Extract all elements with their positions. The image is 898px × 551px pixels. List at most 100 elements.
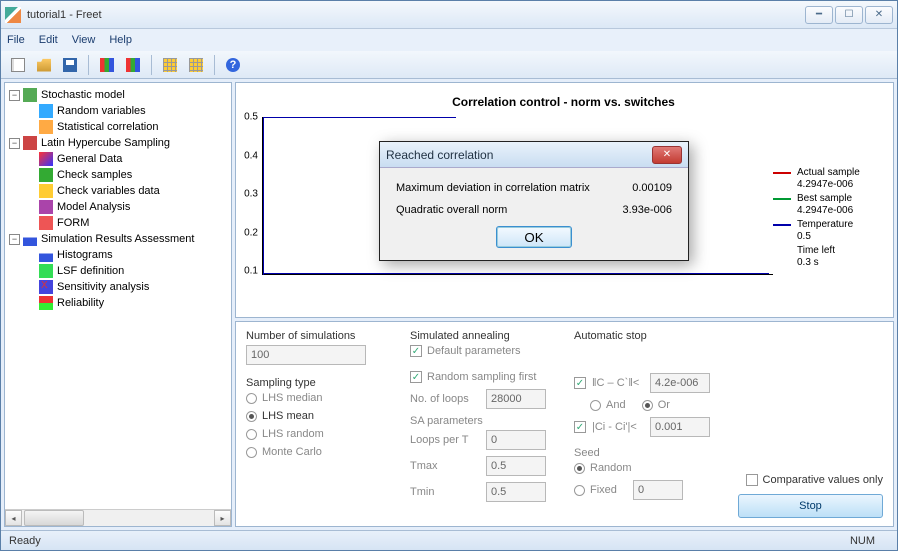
tree-node-model-analysis[interactable]: Model Analysis [7, 199, 229, 215]
radio-monte-carlo[interactable] [246, 447, 257, 458]
no-loops-input[interactable] [486, 389, 546, 409]
scroll-left-arrow[interactable]: ◂ [5, 510, 22, 526]
radio-seed-fixed[interactable] [574, 485, 585, 496]
checkbox-cici[interactable]: ✓ [574, 421, 586, 433]
menu-edit[interactable]: Edit [39, 34, 58, 46]
minimize-button[interactable]: ━ [805, 6, 833, 24]
vars-icon [39, 104, 53, 118]
tree-node-sra[interactable]: − Simulation Results Assessment [7, 231, 229, 247]
loops-per-t-label: Loops per T [410, 434, 480, 446]
legend-label: Best sample [797, 193, 852, 204]
tree-node-stochastic[interactable]: −Stochastic model [7, 87, 229, 103]
close-button[interactable]: ✕ [865, 6, 893, 24]
tree-node-lsf[interactable]: LSF definition [7, 263, 229, 279]
chart-legend: Actual sample4.2947e-006 Best sample4.29… [773, 117, 883, 305]
table1-button[interactable] [159, 54, 181, 76]
chart2-button[interactable] [122, 54, 144, 76]
radio-or[interactable] [642, 400, 653, 411]
check-vars-icon [39, 184, 53, 198]
ok-label: OK [524, 230, 543, 245]
dialog-titlebar[interactable]: Reached correlation ✕ [380, 142, 688, 168]
dialog-ok-button[interactable]: OK [496, 226, 572, 248]
radio-seed-random[interactable] [574, 463, 585, 474]
checkbox-random-first[interactable]: ✓ [410, 371, 422, 383]
collapse-icon[interactable]: − [9, 138, 20, 149]
loops-per-t-input[interactable] [486, 430, 546, 450]
legend-label: Temperature [797, 219, 853, 230]
tree-label: General Data [57, 153, 122, 165]
chart1-button[interactable] [96, 54, 118, 76]
dialog-max-dev-value: 0.00109 [632, 182, 672, 194]
save-button[interactable] [59, 54, 81, 76]
radio-and[interactable] [590, 400, 601, 411]
legend-value: 0.5 [797, 231, 811, 242]
cici-input[interactable] [650, 417, 710, 437]
tree-label: Sensitivity analysis [57, 281, 149, 293]
tree-node-check-vars[interactable]: Check variables data [7, 183, 229, 199]
legend-swatch [773, 172, 791, 174]
app-icon [5, 7, 21, 23]
collapse-icon[interactable]: − [9, 234, 20, 245]
checkbox-comparative[interactable]: ✓ [746, 474, 758, 486]
tree-hscrollbar[interactable]: ◂ ▸ [5, 509, 231, 526]
sensitivity-icon [39, 280, 53, 294]
form-icon [39, 216, 53, 230]
radio-label: LHS mean [262, 410, 314, 422]
tree-node-general-data[interactable]: General Data [7, 151, 229, 167]
radio-lhs-random[interactable] [246, 429, 257, 440]
menu-help[interactable]: Help [109, 34, 132, 46]
book-icon [23, 136, 37, 150]
toolbar-separator [214, 55, 215, 75]
table2-button[interactable] [185, 54, 207, 76]
tmin-input[interactable] [486, 482, 546, 502]
tree-label: Simulation Results Assessment [41, 233, 194, 245]
results-icon [23, 232, 37, 246]
tree-node-reliability[interactable]: Reliability [7, 295, 229, 311]
tree-node-lhs[interactable]: − Latin Hypercube Sampling [7, 135, 229, 151]
tree-label: Random variables [57, 105, 146, 117]
table-icon [163, 58, 177, 72]
radio-label: Monte Carlo [262, 446, 322, 458]
menu-file[interactable]: File [7, 34, 25, 46]
radio-lhs-mean[interactable] [246, 411, 257, 422]
collapse-icon[interactable]: − [9, 90, 20, 101]
tree-panel: −Stochastic model Random variables Stati… [4, 82, 232, 527]
legend-value: 4.2947e-006 [797, 205, 853, 216]
lsf-icon [39, 264, 53, 278]
general-icon [39, 152, 53, 166]
tree-node-histograms[interactable]: Histograms [7, 247, 229, 263]
legend-label: Actual sample [797, 167, 860, 178]
cc-norm-input[interactable] [650, 373, 710, 393]
tmax-input[interactable] [486, 456, 546, 476]
checkbox-default-params[interactable]: ✓ [410, 345, 422, 357]
tree-node-statistical-corr[interactable]: Statistical correlation [7, 119, 229, 135]
tree-label: Reliability [57, 297, 104, 309]
new-icon [11, 58, 25, 72]
toolbar-separator [88, 55, 89, 75]
maximize-button[interactable]: ☐ [835, 6, 863, 24]
new-button[interactable] [7, 54, 29, 76]
radio-lhs-median[interactable] [246, 393, 257, 404]
no-loops-label: No. of loops [410, 393, 480, 405]
open-button[interactable] [33, 54, 55, 76]
open-icon [37, 58, 51, 72]
menu-view[interactable]: View [72, 34, 96, 46]
tree-label: Latin Hypercube Sampling [41, 137, 170, 149]
dialog-qnorm-value: 3.93e-006 [622, 204, 672, 216]
tree-node-random-vars[interactable]: Random variables [7, 103, 229, 119]
help-button[interactable]: ? [222, 54, 244, 76]
num-simulations-input[interactable] [246, 345, 366, 365]
scroll-right-arrow[interactable]: ▸ [214, 510, 231, 526]
controls-panel: Number of simulations Sampling type LHS … [235, 321, 894, 527]
cici-label: |Ci - Ci'|< [592, 421, 644, 433]
tree-node-check-samples[interactable]: Check samples [7, 167, 229, 183]
dialog-close-button[interactable]: ✕ [652, 146, 682, 164]
tree-node-form[interactable]: FORM [7, 215, 229, 231]
seed-fixed-input[interactable] [633, 480, 683, 500]
tree-label: FORM [57, 217, 89, 229]
tree-label: Histograms [57, 249, 113, 261]
stop-button[interactable]: Stop [738, 494, 883, 518]
checkbox-cc-norm[interactable]: ✓ [574, 377, 586, 389]
scroll-thumb[interactable] [24, 510, 84, 526]
tree-node-sensitivity[interactable]: Sensitivity analysis [7, 279, 229, 295]
